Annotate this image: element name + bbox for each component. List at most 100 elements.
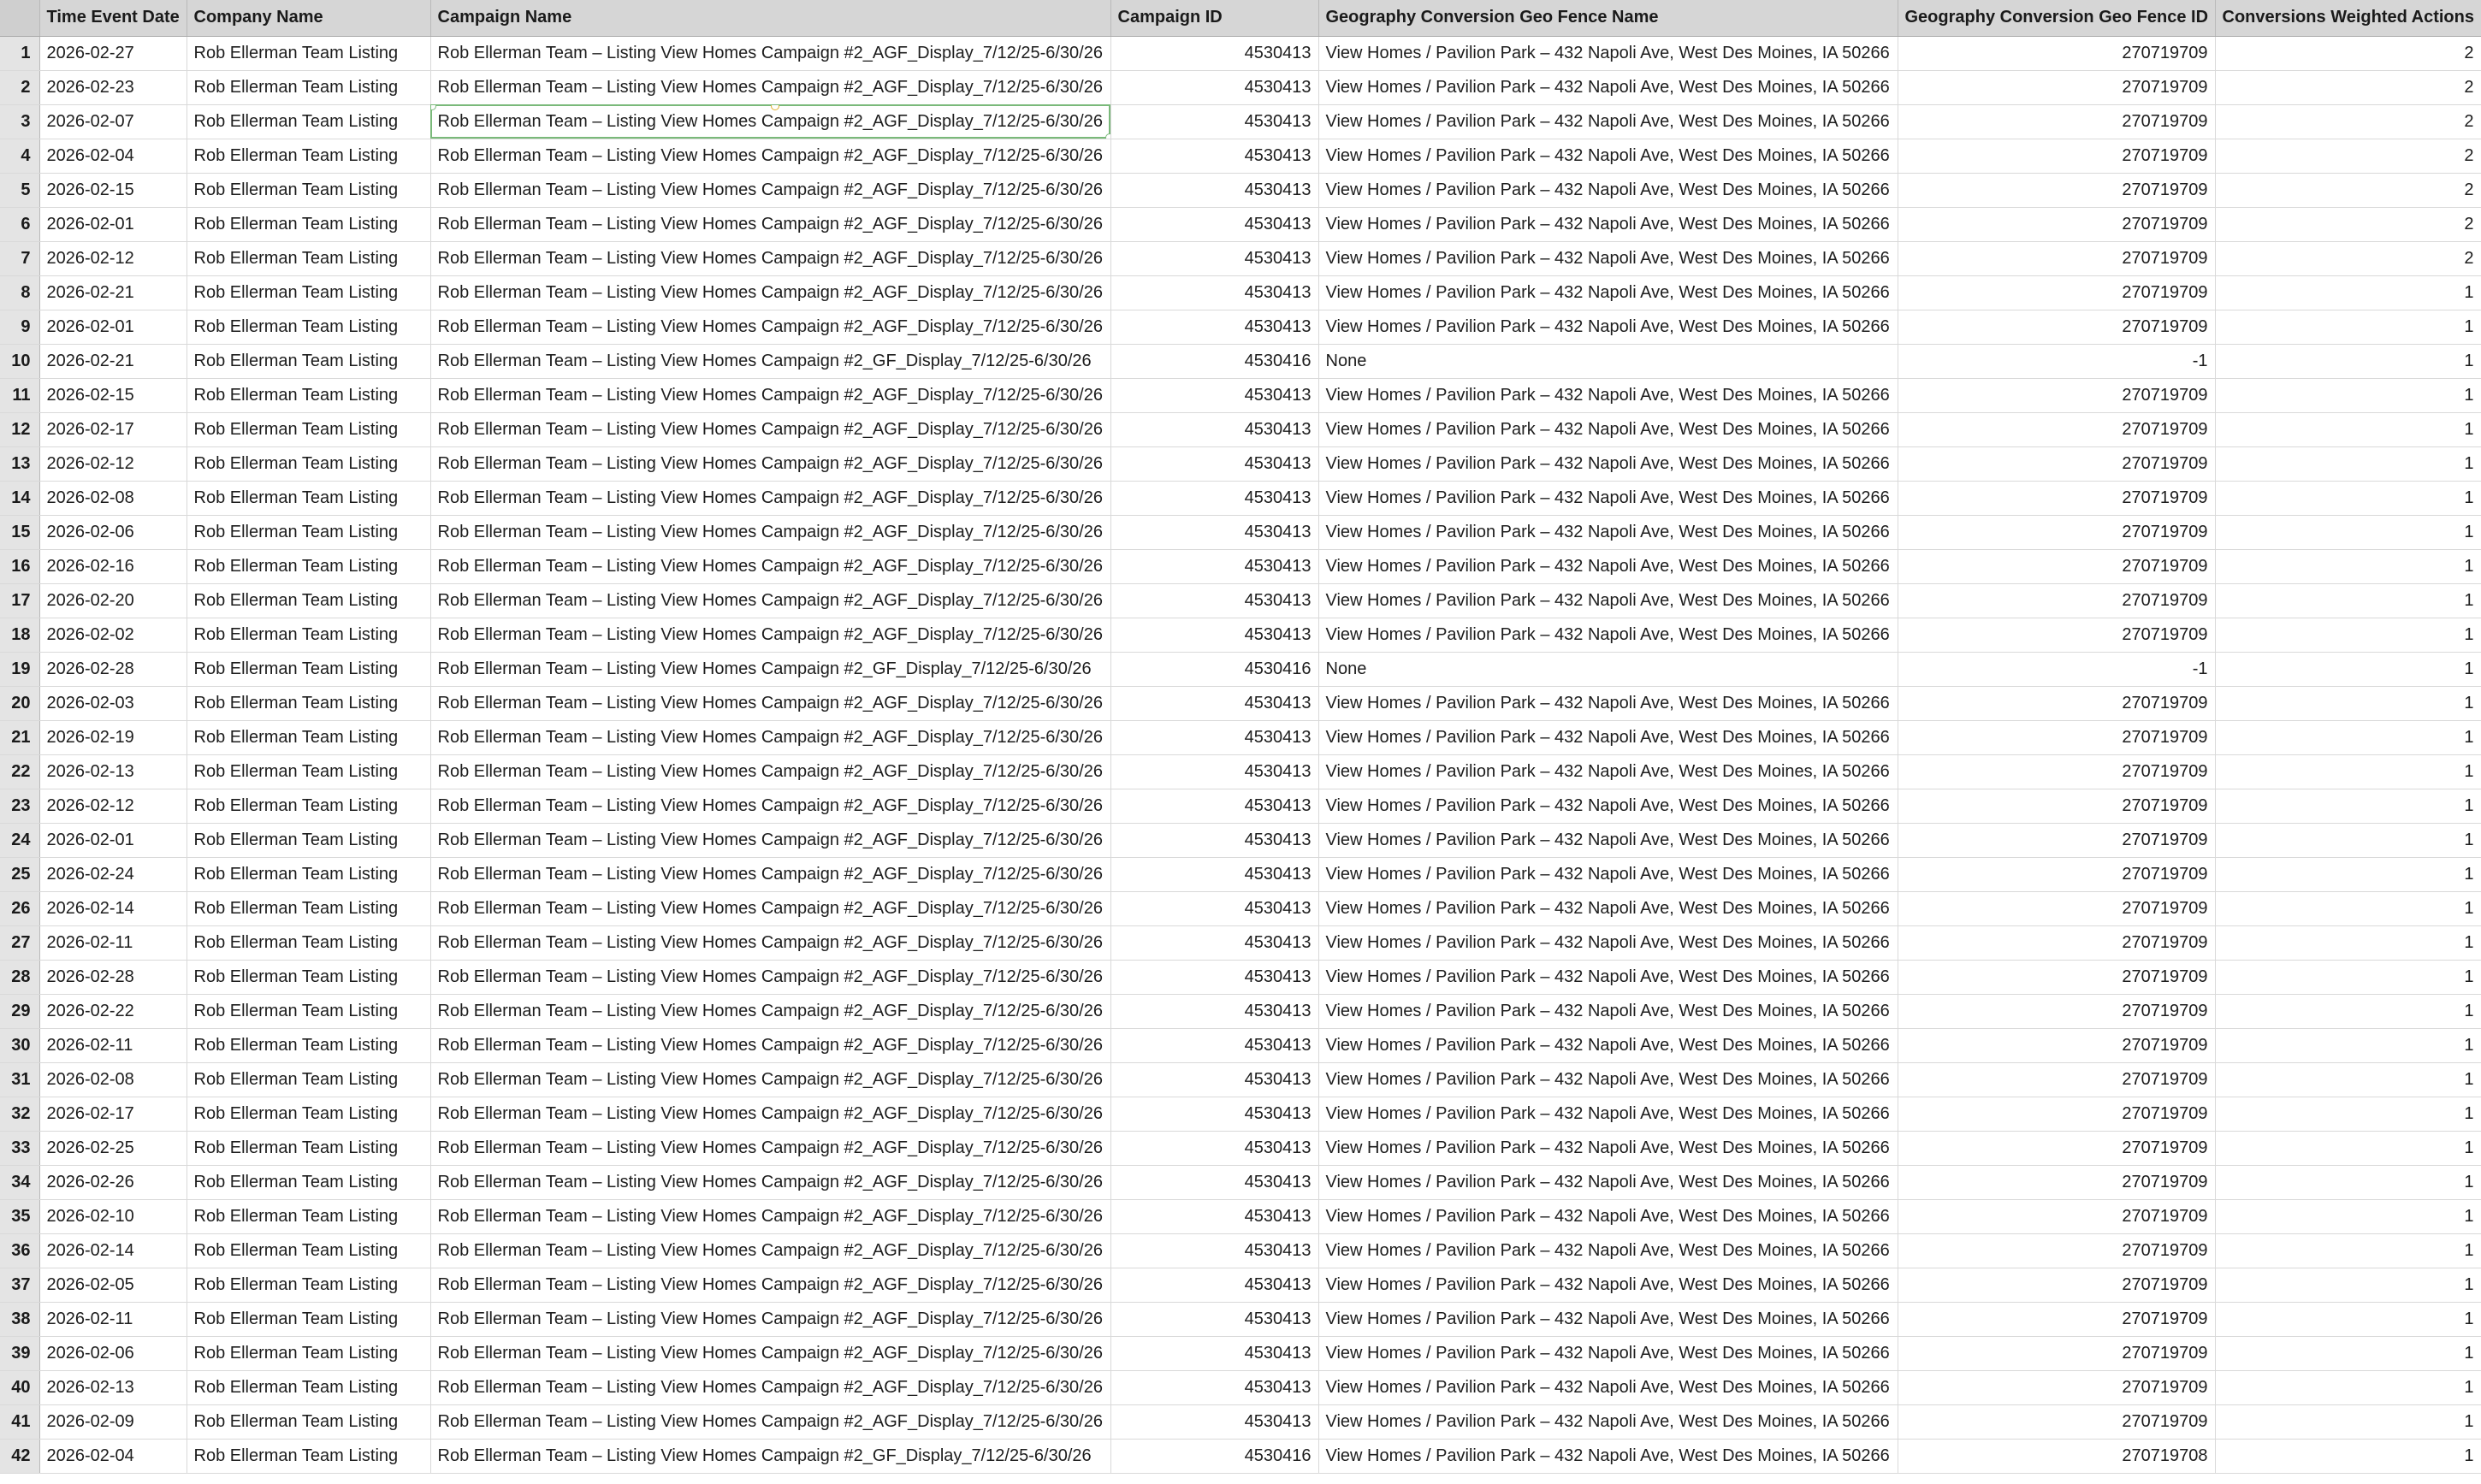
cell-conversions-weighted-actions[interactable]: 1 <box>2215 720 2481 755</box>
cell-company-name[interactable]: Rob Ellerman Team Listing <box>187 1199 431 1234</box>
cell-campaign-name[interactable]: Rob Ellerman Team – Listing View Homes C… <box>430 446 1111 482</box>
select-all-corner[interactable] <box>0 0 40 37</box>
cell-time-event-date[interactable]: 2026-02-16 <box>39 549 187 584</box>
cell-geo-fence-name[interactable]: View Homes / Pavilion Park – 432 Napoli … <box>1318 1028 1898 1063</box>
cell-time-event-date[interactable]: 2026-02-17 <box>39 1097 187 1132</box>
cell-geo-fence-name[interactable]: View Homes / Pavilion Park – 432 Napoli … <box>1318 1131 1898 1166</box>
cell-geo-fence-id[interactable]: 270719709 <box>1898 1370 2216 1405</box>
cell-campaign-name[interactable]: Rob Ellerman Team – Listing View Homes C… <box>430 70 1111 105</box>
cell-company-name[interactable]: Rob Ellerman Team Listing <box>187 789 431 824</box>
cell-conversions-weighted-actions[interactable]: 1 <box>2215 823 2481 858</box>
row-number[interactable]: 22 <box>0 754 40 789</box>
cell-campaign-name[interactable]: Rob Ellerman Team – Listing View Homes C… <box>430 994 1111 1029</box>
cell-geo-fence-id[interactable]: 270719709 <box>1898 275 2216 310</box>
cell-campaign-id[interactable]: 4530413 <box>1110 515 1319 550</box>
cell-campaign-id[interactable]: 4530413 <box>1110 207 1319 242</box>
cell-company-name[interactable]: Rob Ellerman Team Listing <box>187 925 431 961</box>
cell-time-event-date[interactable]: 2026-02-27 <box>39 36 187 71</box>
row-number[interactable]: 39 <box>0 1336 40 1371</box>
table-row[interactable]: 35 2026-02-10 Rob Ellerman Team Listing Rob… <box>0 1199 2481 1234</box>
cell-geo-fence-id[interactable]: 270719709 <box>1898 412 2216 447</box>
cell-geo-fence-name[interactable]: View Homes / Pavilion Park – 432 Napoli … <box>1318 1233 1898 1268</box>
cell-geo-fence-id[interactable]: 270719709 <box>1898 36 2216 71</box>
cell-campaign-name[interactable]: Rob Ellerman Team – Listing View Homes C… <box>430 583 1111 618</box>
cell-time-event-date[interactable]: 2026-02-09 <box>39 1404 187 1440</box>
cell-geo-fence-name[interactable]: View Homes / Pavilion Park – 432 Napoli … <box>1318 823 1898 858</box>
table-row[interactable]: 10 2026-02-21 Rob Ellerman Team Listing Rob… <box>0 344 2481 379</box>
table-row[interactable]: 18 2026-02-02 Rob Ellerman Team Listing Rob… <box>0 618 2481 653</box>
column-header-campaign-name[interactable]: Campaign Name <box>430 0 1111 37</box>
cell-time-event-date[interactable]: 2026-02-11 <box>39 1028 187 1063</box>
cell-geo-fence-name[interactable]: View Homes / Pavilion Park – 432 Napoli … <box>1318 36 1898 71</box>
table-row[interactable]: 6 2026-02-01 Rob Ellerman Team Listing Rob … <box>0 207 2481 242</box>
cell-geo-fence-id[interactable]: 270719709 <box>1898 104 2216 139</box>
cell-geo-fence-name[interactable]: View Homes / Pavilion Park – 432 Napoli … <box>1318 207 1898 242</box>
cell-company-name[interactable]: Rob Ellerman Team Listing <box>187 652 431 687</box>
cell-campaign-id[interactable]: 4530413 <box>1110 994 1319 1029</box>
cell-geo-fence-id[interactable]: 270719709 <box>1898 891 2216 926</box>
cell-time-event-date[interactable]: 2026-02-01 <box>39 823 187 858</box>
cell-geo-fence-name[interactable]: View Homes / Pavilion Park – 432 Napoli … <box>1318 549 1898 584</box>
cell-time-event-date[interactable]: 2026-02-08 <box>39 1062 187 1097</box>
cell-time-event-date[interactable]: 2026-02-10 <box>39 1199 187 1234</box>
cell-geo-fence-name[interactable]: View Homes / Pavilion Park – 432 Napoli … <box>1318 378 1898 413</box>
cell-campaign-id[interactable]: 4530413 <box>1110 1336 1319 1371</box>
cell-conversions-weighted-actions[interactable]: 1 <box>2215 344 2481 379</box>
cell-company-name[interactable]: Rob Ellerman Team Listing <box>187 823 431 858</box>
cell-time-event-date[interactable]: 2026-02-21 <box>39 344 187 379</box>
cell-time-event-date[interactable]: 2026-02-11 <box>39 925 187 961</box>
cell-time-event-date[interactable]: 2026-02-14 <box>39 891 187 926</box>
cell-campaign-id[interactable]: 4530416 <box>1110 344 1319 379</box>
cell-geo-fence-id[interactable]: 270719709 <box>1898 789 2216 824</box>
cell-conversions-weighted-actions[interactable]: 1 <box>2215 549 2481 584</box>
cell-company-name[interactable]: Rob Ellerman Team Listing <box>187 446 431 482</box>
cell-campaign-id[interactable]: 4530413 <box>1110 754 1319 789</box>
cell-campaign-name[interactable]: Rob Ellerman Team – Listing View Homes C… <box>430 1302 1111 1337</box>
selection-handle[interactable] <box>770 104 779 110</box>
cell-company-name[interactable]: Rob Ellerman Team Listing <box>187 857 431 892</box>
cell-geo-fence-id[interactable]: 270719709 <box>1898 446 2216 482</box>
cell-time-event-date[interactable]: 2026-02-13 <box>39 754 187 789</box>
row-number[interactable]: 7 <box>0 241 40 276</box>
cell-geo-fence-name[interactable]: View Homes / Pavilion Park – 432 Napoli … <box>1318 1062 1898 1097</box>
cell-geo-fence-id[interactable]: 270719708 <box>1898 1439 2216 1474</box>
cell-time-event-date[interactable]: 2026-02-13 <box>39 1370 187 1405</box>
cell-time-event-date[interactable]: 2026-02-03 <box>39 686 187 721</box>
cell-campaign-name[interactable]: Rob Ellerman Team – Listing View Homes C… <box>430 1199 1111 1234</box>
cell-time-event-date[interactable]: 2026-02-17 <box>39 412 187 447</box>
cell-geo-fence-name[interactable]: View Homes / Pavilion Park – 432 Napoli … <box>1318 1268 1898 1303</box>
cell-campaign-name[interactable]: Rob Ellerman Team – Listing View Homes C… <box>430 1165 1111 1200</box>
cell-geo-fence-name[interactable]: View Homes / Pavilion Park – 432 Napoli … <box>1318 1370 1898 1405</box>
column-header-geo-fence-name[interactable]: Geography Conversion Geo Fence Name <box>1318 0 1898 37</box>
cell-company-name[interactable]: Rob Ellerman Team Listing <box>187 1062 431 1097</box>
cell-campaign-name[interactable]: Rob Ellerman Team – Listing View Homes C… <box>430 1439 1111 1474</box>
table-row[interactable]: 37 2026-02-05 Rob Ellerman Team Listing Rob… <box>0 1268 2481 1303</box>
cell-conversions-weighted-actions[interactable]: 2 <box>2215 207 2481 242</box>
cell-company-name[interactable]: Rob Ellerman Team Listing <box>187 515 431 550</box>
row-number[interactable]: 3 <box>0 104 40 139</box>
cell-conversions-weighted-actions[interactable]: 2 <box>2215 139 2481 174</box>
cell-company-name[interactable]: Rob Ellerman Team Listing <box>187 891 431 926</box>
cell-conversions-weighted-actions[interactable]: 1 <box>2215 994 2481 1029</box>
cell-time-event-date[interactable]: 2026-02-07 <box>39 104 187 139</box>
row-number[interactable]: 33 <box>0 1131 40 1166</box>
row-number[interactable]: 37 <box>0 1268 40 1303</box>
cell-geo-fence-id[interactable]: 270719709 <box>1898 1097 2216 1132</box>
cell-campaign-id[interactable]: 4530413 <box>1110 1097 1319 1132</box>
cell-company-name[interactable]: Rob Ellerman Team Listing <box>187 618 431 653</box>
cell-campaign-id[interactable]: 4530413 <box>1110 686 1319 721</box>
table-row[interactable]: 11 2026-02-15 Rob Ellerman Team Listing Rob… <box>0 378 2481 413</box>
cell-company-name[interactable]: Rob Ellerman Team Listing <box>187 1097 431 1132</box>
cell-company-name[interactable]: Rob Ellerman Team Listing <box>187 241 431 276</box>
table-row[interactable]: 36 2026-02-14 Rob Ellerman Team Listing Rob… <box>0 1233 2481 1268</box>
row-number[interactable]: 9 <box>0 310 40 345</box>
row-number[interactable]: 35 <box>0 1199 40 1234</box>
cell-conversions-weighted-actions[interactable]: 1 <box>2215 1268 2481 1303</box>
row-number[interactable]: 16 <box>0 549 40 584</box>
cell-campaign-name[interactable]: Rob Ellerman Team – Listing View Homes C… <box>430 960 1111 995</box>
cell-conversions-weighted-actions[interactable]: 1 <box>2215 1233 2481 1268</box>
cell-conversions-weighted-actions[interactable]: 1 <box>2215 618 2481 653</box>
cell-geo-fence-id[interactable]: 270719709 <box>1898 481 2216 516</box>
table-row[interactable]: 3 2026-02-07 Rob Ellerman Team Listing Rob … <box>0 104 2481 139</box>
cell-conversions-weighted-actions[interactable]: 1 <box>2215 412 2481 447</box>
